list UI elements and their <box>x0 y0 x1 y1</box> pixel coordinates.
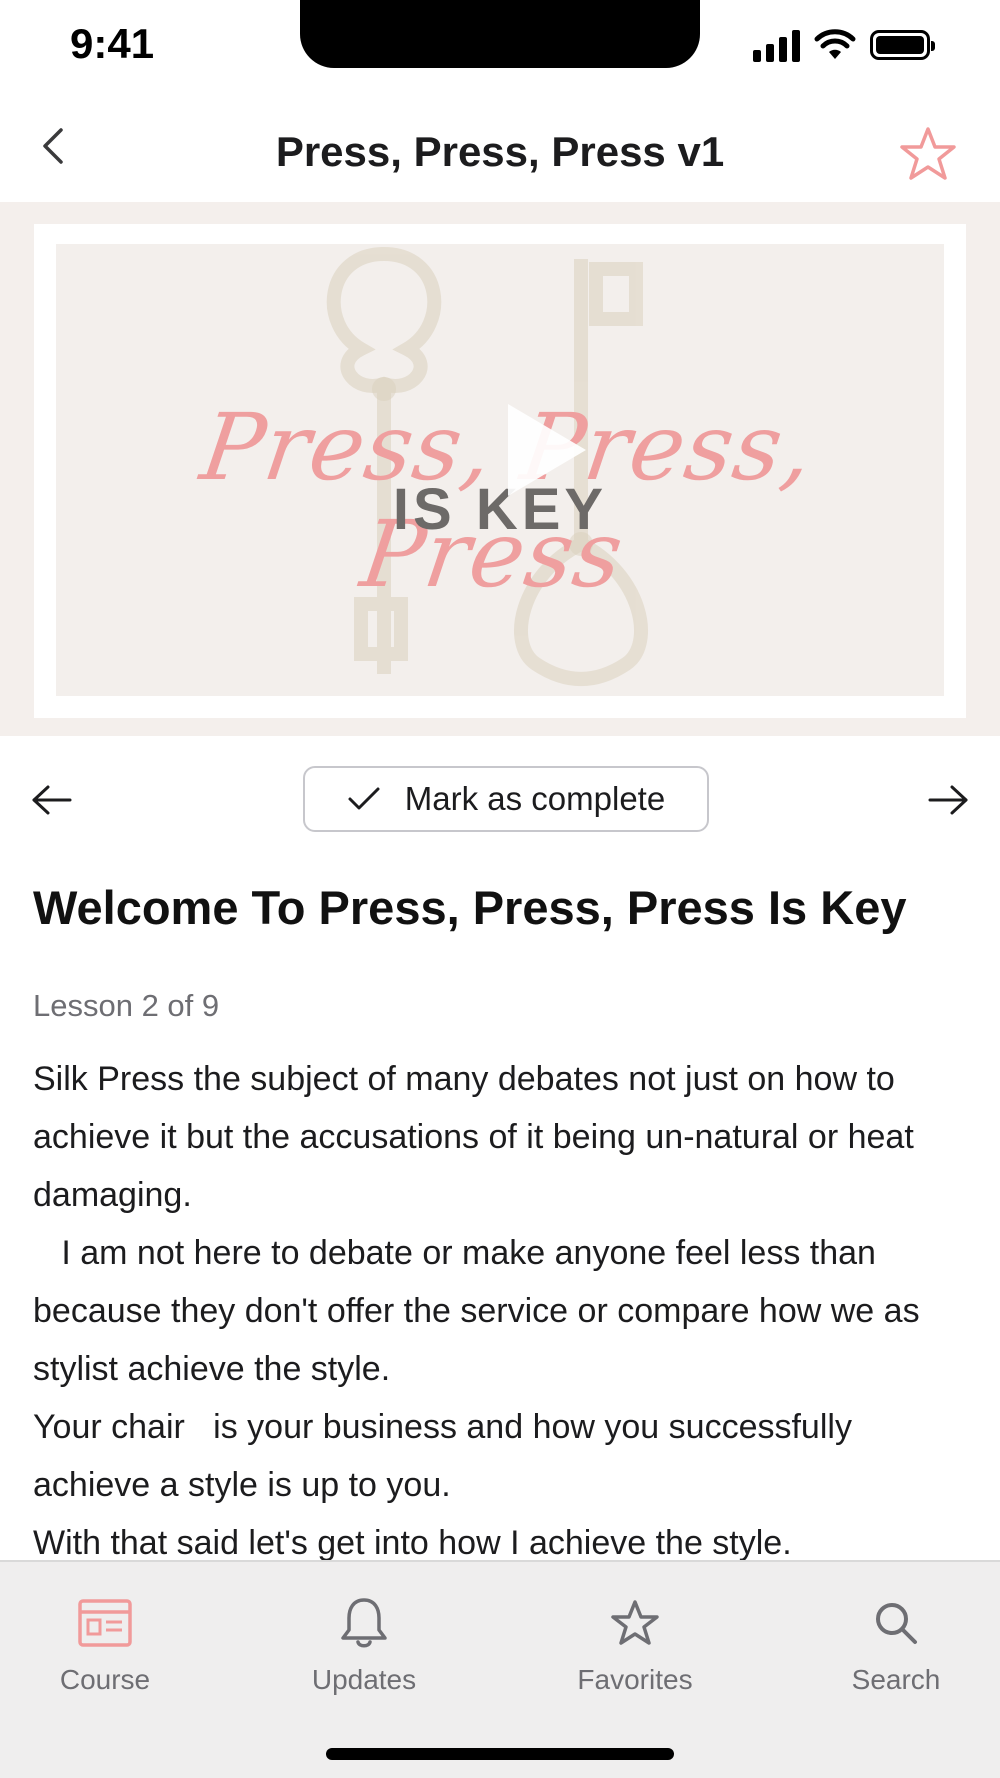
lesson-progress: Lesson 2 of 9 <box>33 988 220 1023</box>
cellular-signal-icon <box>753 28 800 62</box>
lesson-paragraph: With that said let's get into how I achi… <box>33 1524 792 1560</box>
mark-complete-label: Mark as complete <box>404 780 666 817</box>
chevron-left-icon <box>43 128 63 164</box>
tab-label: Search <box>851 1664 941 1695</box>
page-title: Press, Press, Press v1 <box>275 128 725 175</box>
star-outline-icon <box>900 127 956 180</box>
lesson-paragraph: Silk Press the subject of many debates n… <box>33 1060 924 1214</box>
status-time: 9:41 <box>70 20 155 67</box>
lesson-body: Silk Press the subject of many debates n… <box>33 1050 978 1560</box>
status-icons <box>753 28 935 62</box>
course-icon <box>78 1599 132 1647</box>
previous-lesson-button[interactable] <box>24 772 80 828</box>
lesson-paragraph: I am not here to debate or make anyone f… <box>33 1234 930 1388</box>
home-indicator[interactable] <box>326 1748 674 1760</box>
nav-header: Press, Press, Press v1 <box>0 96 1000 202</box>
arrow-right-icon <box>928 785 968 815</box>
checkmark-icon <box>348 787 380 810</box>
favorite-button[interactable] <box>896 122 960 186</box>
lesson-paragraph: Your chair is your business and how you … <box>33 1408 862 1504</box>
tab-favorites[interactable]: Favorites <box>535 1592 735 1696</box>
tab-label: Favorites <box>577 1664 693 1695</box>
bell-icon <box>341 1598 387 1648</box>
star-icon <box>611 1600 659 1645</box>
wifi-icon <box>814 29 856 59</box>
lesson-controls: Mark as complete <box>0 766 1000 836</box>
tab-label: Course <box>59 1664 151 1695</box>
tab-course[interactable]: Course <box>5 1592 205 1696</box>
tab-updates[interactable]: Updates <box>264 1592 464 1696</box>
tab-label: Updates <box>311 1664 417 1695</box>
battery-icon <box>870 30 935 60</box>
tab-bar: Course Updates Favorites Search <box>0 1560 1000 1778</box>
back-button[interactable] <box>24 118 80 174</box>
mark-complete-button[interactable]: Mark as complete <box>303 766 709 832</box>
next-lesson-button[interactable] <box>920 772 976 828</box>
play-button[interactable] <box>500 400 590 500</box>
arrow-left-icon <box>32 785 72 815</box>
lesson-heading: Welcome To Press, Press, Press Is Key <box>33 881 907 934</box>
tab-search[interactable]: Search <box>796 1592 996 1696</box>
device-notch <box>300 0 700 68</box>
search-icon <box>876 1603 917 1644</box>
status-bar: 9:41 <box>0 0 1000 96</box>
